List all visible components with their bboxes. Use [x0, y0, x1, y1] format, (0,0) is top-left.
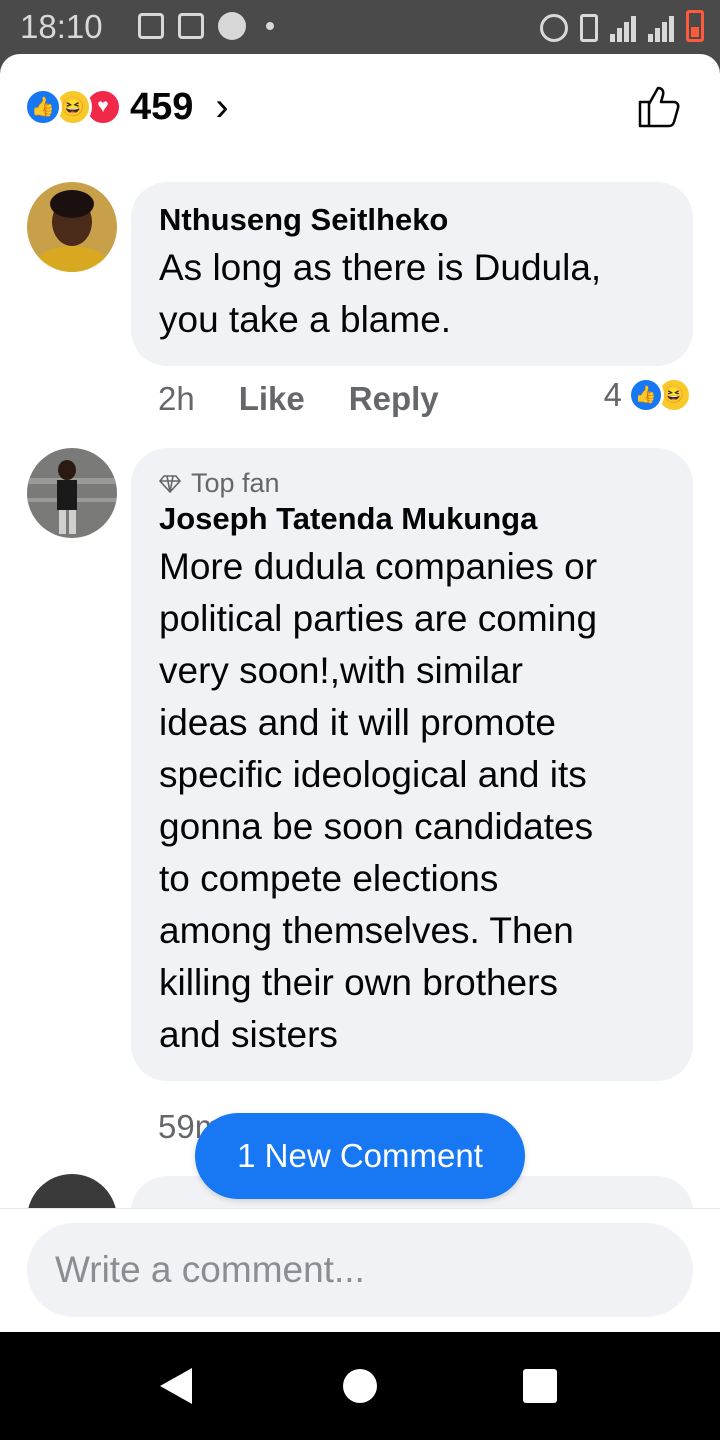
chevron-right-icon: › [215, 84, 229, 129]
more-notifications-icon [266, 22, 274, 30]
comment-actions: 2h Like Reply [158, 380, 439, 418]
signal-icon-2 [648, 12, 674, 42]
back-icon[interactable] [160, 1368, 192, 1404]
like-comment-button[interactable]: Like [239, 380, 305, 418]
news-icon [178, 13, 204, 39]
status-time: 18:10 [20, 8, 103, 45]
comment-input[interactable]: Write a comment... [27, 1223, 693, 1317]
like-icon: 👍 [628, 377, 664, 413]
like-icon: 👍 [24, 88, 62, 126]
system-icons [540, 10, 704, 42]
comment-bubble: Top fan Joseph Tatenda Mukunga More dudu… [131, 448, 693, 1081]
comment-author[interactable]: Joseph Tatenda Mukunga [159, 501, 665, 537]
notification-icons [138, 12, 274, 40]
top-fan-badge: Top fan [159, 468, 665, 499]
alarm-icon [540, 14, 568, 42]
signal-icon [610, 12, 636, 42]
gallery-icon [138, 13, 164, 39]
reply-button[interactable]: Reply [349, 380, 439, 418]
comments-sheet: 👍 😆 ♥ 459 › Nthuseng Seitlheko As long a… [0, 54, 720, 1332]
messenger-icon [218, 12, 246, 40]
comment-reactions[interactable]: 4 👍 😆 [604, 376, 692, 414]
avatar[interactable] [27, 182, 117, 272]
recent-apps-icon[interactable] [523, 1369, 557, 1403]
battery-icon [686, 10, 704, 42]
like-button[interactable] [636, 82, 684, 130]
reactions-count: 459 [130, 85, 194, 128]
comment-reaction-count: 4 [603, 376, 622, 413]
home-icon[interactable] [343, 1369, 377, 1403]
new-comment-button[interactable]: 1 New Comment [195, 1113, 525, 1199]
comment-time: 2h [158, 380, 195, 417]
avatar[interactable] [27, 448, 117, 538]
diamond-icon [159, 474, 181, 493]
comment-text: As long as there is Dudula, you take a b… [159, 247, 602, 340]
comment-text: More dudula companies or political parti… [159, 546, 598, 1055]
vibrate-icon [580, 14, 598, 42]
comment-author[interactable]: Nthuseng Seitlheko [159, 202, 665, 238]
comment-bubble: Nthuseng Seitlheko As long as there is D… [131, 182, 693, 366]
navigation-bar [0, 1332, 720, 1440]
comment-composer: Write a comment... [0, 1208, 720, 1332]
status-bar: 18:10 [0, 0, 720, 54]
reactions-summary[interactable]: 👍 😆 ♥ 459 › [24, 84, 229, 130]
